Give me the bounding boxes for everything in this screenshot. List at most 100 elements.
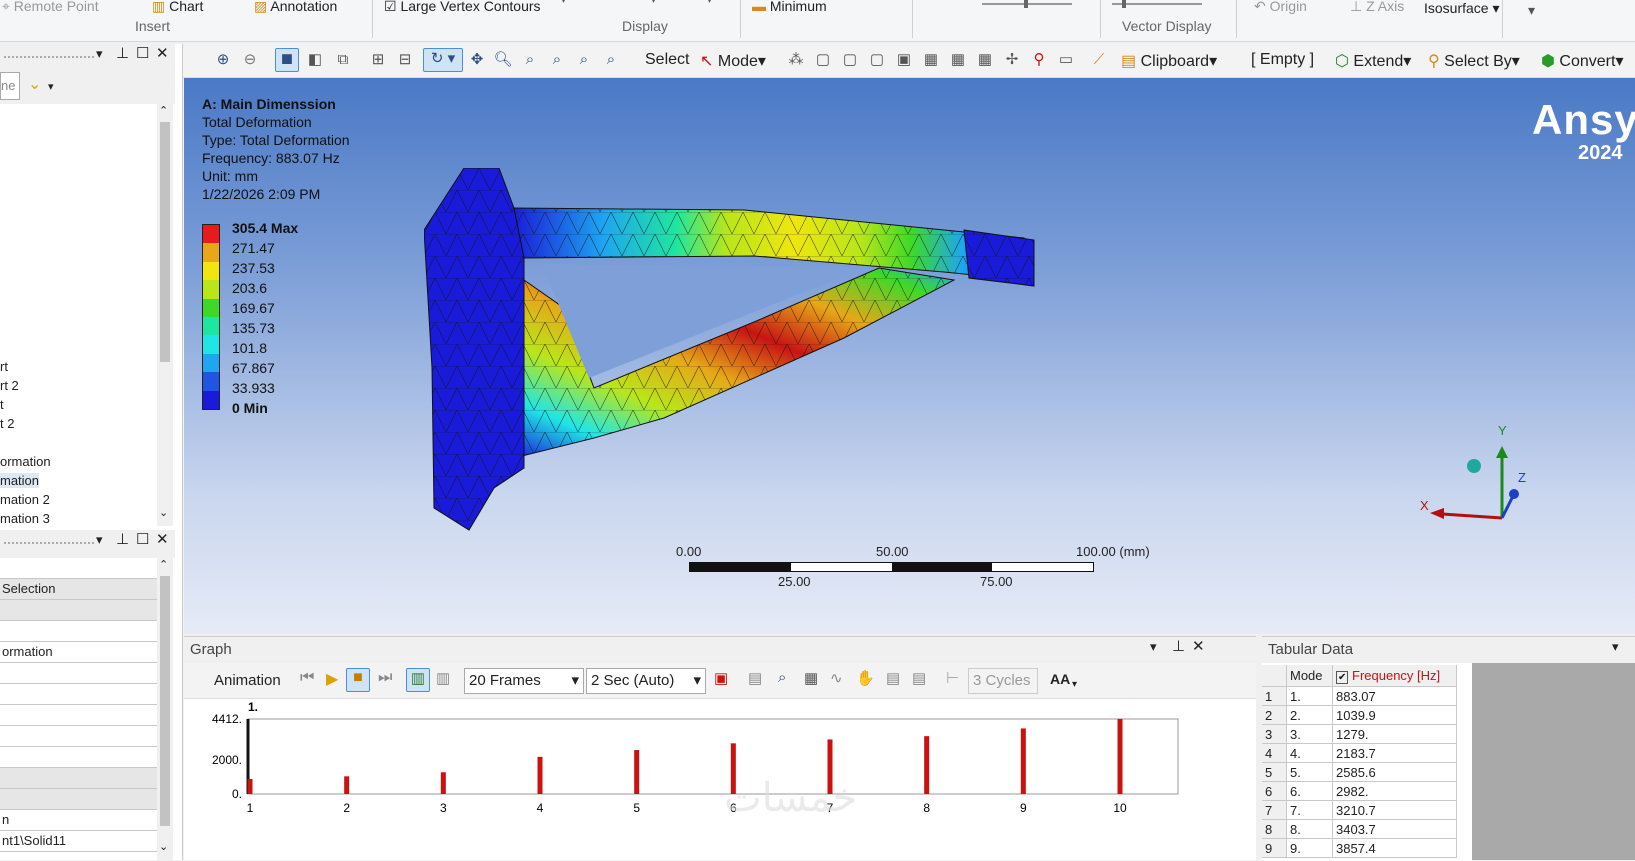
column-header-frequency[interactable]: ✔ Frequency [Hz]	[1333, 665, 1457, 687]
vector-length-slider-handle[interactable]	[1024, 0, 1028, 8]
frequency-bar[interactable]	[440, 772, 446, 794]
details-row[interactable]: Selection	[0, 579, 157, 600]
search-input[interactable]: ne	[0, 72, 20, 100]
remote-point-button[interactable]: ⌖ Remote Point	[2, 0, 99, 15]
export-video-icon[interactable]: ▣	[714, 669, 728, 687]
select-element-icon[interactable]: ▦	[975, 50, 995, 70]
edges-dropdown[interactable]: ▾	[706, 0, 713, 7]
panel-menu-icon[interactable]: ▾	[1150, 639, 1157, 655]
chart-button[interactable]: ▥ Chart	[152, 0, 203, 15]
details-row[interactable]	[0, 558, 157, 579]
convert-dropdown[interactable]: ⬢ Convert▾	[1541, 51, 1623, 71]
frequency-bar[interactable]	[634, 750, 640, 794]
scroll-down-icon[interactable]: ⌄	[159, 840, 168, 853]
zoom-previous-icon[interactable]: ⌕	[601, 50, 621, 70]
bar-chart-icon[interactable]: ▦	[804, 669, 818, 687]
zoom-in-icon[interactable]: ⊕	[213, 50, 233, 70]
table-row[interactable]: 5 5. 2585.6	[1262, 763, 1472, 782]
clipboard-dropdown[interactable]: ▤ Clipboard▾	[1121, 51, 1217, 71]
zoom-icon[interactable]: 🔍︎	[493, 50, 513, 70]
checkbox-icon[interactable]: ✔	[1336, 671, 1349, 684]
select-element-face-icon[interactable]: ▦	[948, 50, 968, 70]
bracket-model[interactable]	[424, 168, 1054, 548]
stop-icon[interactable]: ■	[346, 668, 370, 692]
select-point-icon[interactable]: ⁂	[786, 50, 806, 70]
details-row[interactable]	[0, 726, 157, 747]
select-vertex-icon[interactable]: ⊞	[368, 50, 388, 70]
cycles-field[interactable]: 3 Cycles	[968, 668, 1038, 694]
table-row[interactable]: 3 3. 1279.	[1262, 725, 1472, 744]
extend-dropdown[interactable]: ⬡ Extend▾	[1335, 51, 1411, 71]
table-row[interactable]: 8 8. 3403.7	[1262, 820, 1472, 839]
multi-box-icon[interactable]: ⧉	[333, 50, 353, 70]
tree-item[interactable]: rt	[0, 359, 8, 374]
pin-panel-icon[interactable]: ⊥	[116, 44, 129, 62]
select-body-icon[interactable]: ▣	[894, 50, 914, 70]
chart-view-icon[interactable]: ⟋	[1089, 50, 1109, 70]
select-button[interactable]: Select	[645, 51, 689, 69]
origin-button[interactable]: ↶ Origin	[1254, 0, 1307, 15]
select-edge-filter-icon[interactable]: ▢	[840, 50, 860, 70]
frequency-bar-chart[interactable]: 1. 1 2 3 4 5 6 7 8 9 104412.2000.0.	[184, 699, 1256, 861]
graphics-viewport[interactable]: A: Main Dimenssion Total Deformation Typ…	[184, 78, 1635, 634]
tree-item[interactable]: ormation	[0, 454, 51, 469]
details-row[interactable]	[0, 600, 157, 621]
tree-item[interactable]: t 2	[0, 416, 14, 431]
geometry-dropdown[interactable]: ▾	[560, 0, 567, 7]
large-vertex-contours-checkbox[interactable]: ☑ Large Vertex Contours	[384, 0, 541, 15]
deselect-icon[interactable]: ▤	[912, 669, 926, 687]
details-row[interactable]	[0, 705, 157, 726]
zoom-out-icon[interactable]: ⊖	[240, 50, 260, 70]
coordinates-icon[interactable]: ✢	[1002, 50, 1022, 70]
tree-item[interactable]: mation 2	[0, 492, 50, 507]
axis-triad[interactable]	[1418, 424, 1528, 524]
z-axis-button[interactable]: ⊥ Z Axis	[1350, 0, 1404, 15]
scrollbar-thumb[interactable]	[160, 122, 170, 362]
details-row[interactable]: n	[0, 810, 157, 831]
panel-menu-icon[interactable]: ▾	[96, 532, 103, 548]
skip-forward-icon[interactable]: ⏭	[378, 669, 392, 687]
frequency-bar[interactable]	[1117, 719, 1123, 794]
close-icon[interactable]: ✕	[1192, 637, 1205, 655]
grip[interactable]	[4, 56, 94, 58]
antialias-button[interactable]: AA	[1050, 671, 1070, 687]
select-mode-dropdown[interactable]: ↖ Mode▾	[700, 51, 766, 71]
details-row[interactable]	[0, 684, 157, 705]
grip[interactable]	[4, 542, 94, 544]
cube-icon[interactable]: ◼	[275, 48, 299, 72]
rotate-icon[interactable]: ↻ ▾	[423, 48, 463, 72]
frequency-bar[interactable]	[1020, 728, 1026, 794]
tree-item[interactable]: rt 2	[0, 378, 19, 393]
table-row[interactable]: 6 6. 2982.	[1262, 782, 1472, 801]
frequency-bar[interactable]	[247, 778, 253, 794]
skip-back-icon[interactable]: ⏮	[300, 669, 314, 687]
pan-chart-icon[interactable]: ✋	[856, 669, 875, 687]
frames-select[interactable]: 20 Frames ▾	[464, 668, 584, 694]
tree-item[interactable]: t	[0, 397, 4, 412]
chevron-down-icon[interactable]: ▾	[1072, 679, 1077, 690]
details-row[interactable]	[0, 747, 157, 768]
tree-item-selected[interactable]: mation	[0, 473, 40, 488]
scroll-down-icon[interactable]: ⌄	[159, 506, 168, 519]
details-row[interactable]	[0, 663, 157, 684]
scroll-up-icon[interactable]: ⌃	[159, 558, 168, 571]
table-row[interactable]: 2 2. 1039.9	[1262, 706, 1472, 725]
box-zoom-icon[interactable]: ⌕	[520, 50, 540, 70]
cycles-icon[interactable]: ⊢	[946, 669, 959, 687]
filter-dropdown-icon[interactable]: ⌄	[28, 74, 41, 94]
zoom-fit-icon[interactable]: ⌕	[547, 50, 567, 70]
details-row[interactable]	[0, 768, 157, 789]
details-row[interactable]	[0, 789, 157, 810]
zoom-to-fit-icon[interactable]: ⌕	[778, 669, 786, 686]
panel-menu-icon[interactable]: ▾	[1612, 639, 1619, 655]
annotation-button[interactable]: ▨ Annotation	[254, 0, 337, 15]
distributed-frames-icon[interactable]: ▥	[406, 668, 430, 692]
maximize-icon[interactable]: ☐	[136, 530, 149, 548]
scroll-up-icon[interactable]: ⌃	[159, 104, 168, 117]
details-row[interactable]: ormation	[0, 642, 157, 663]
contours-dropdown[interactable]: ▾	[650, 0, 657, 7]
label-icon[interactable]: ▭	[1056, 50, 1076, 70]
magnifier-icon[interactable]: ⌕	[574, 50, 594, 70]
table-row[interactable]: 7 7. 3210.7	[1262, 801, 1472, 820]
table-row[interactable]: 9 9. 3857.4	[1262, 839, 1472, 858]
